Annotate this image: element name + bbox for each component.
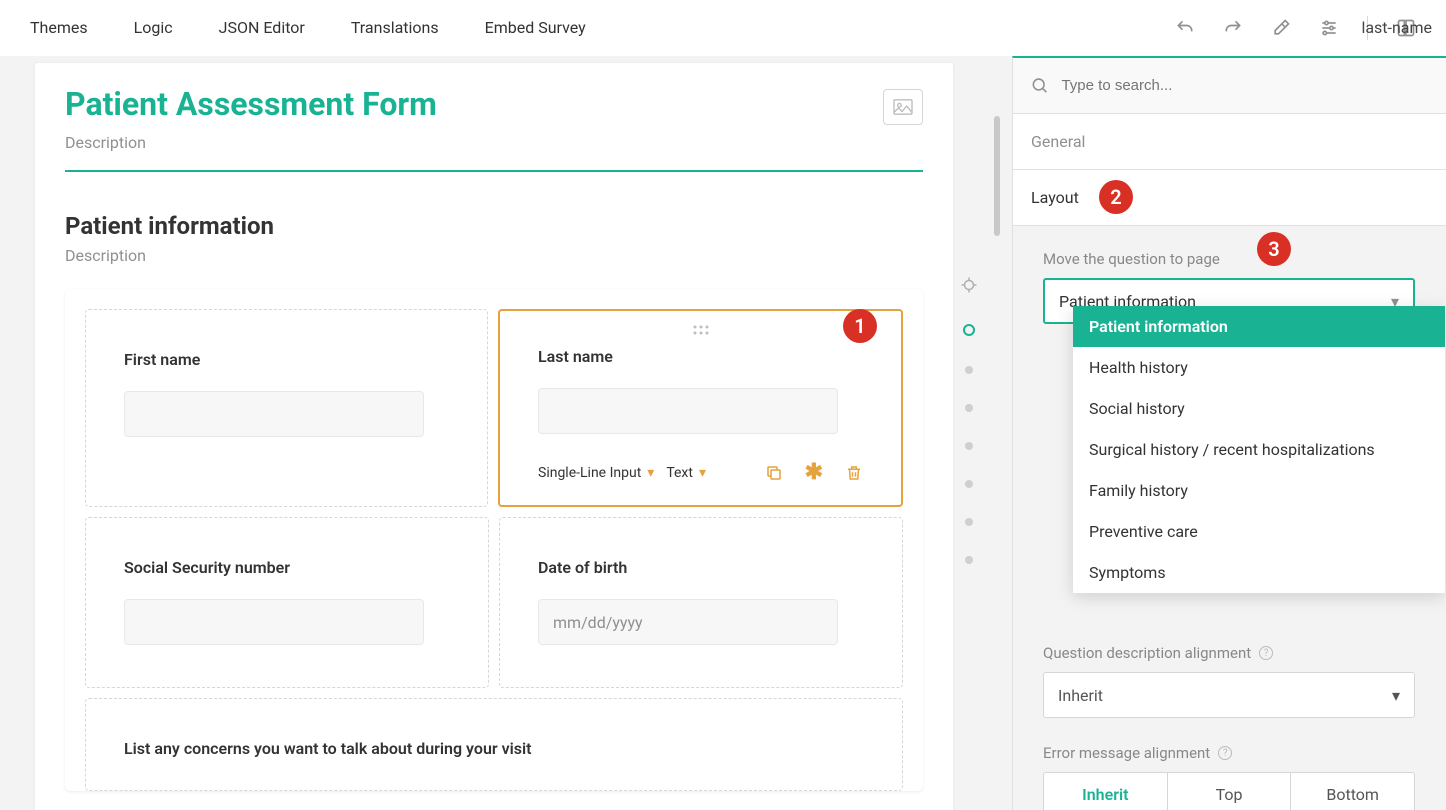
- question-type-dropdown[interactable]: Single-Line Input ▾: [538, 465, 654, 481]
- help-icon[interactable]: ?: [1259, 646, 1273, 660]
- page-dot[interactable]: [965, 404, 973, 412]
- err-align-top[interactable]: Top: [1167, 773, 1291, 810]
- question-label: Social Security number: [124, 558, 450, 577]
- selected-element-name: last-name: [1361, 18, 1432, 37]
- tab-themes[interactable]: Themes: [30, 18, 88, 37]
- question-dob[interactable]: Date of birth mm/dd/yyyy: [499, 517, 903, 688]
- last-name-input[interactable]: [538, 388, 838, 434]
- chevron-down-icon: ▾: [647, 465, 654, 481]
- question-label: Date of birth: [538, 558, 864, 577]
- question-label: First name: [124, 350, 449, 369]
- tab-general[interactable]: General: [1013, 114, 1446, 170]
- tab-json-editor[interactable]: JSON Editor: [219, 18, 305, 37]
- page-dot[interactable]: [965, 442, 973, 450]
- survey-title[interactable]: Patient Assessment Form: [65, 85, 437, 123]
- desc-align-select[interactable]: Inherit ▾: [1043, 672, 1415, 718]
- dropdown-option[interactable]: Patient information: [1073, 306, 1445, 347]
- settings-icon[interactable]: [1319, 18, 1339, 38]
- question-label: Last name: [538, 347, 863, 366]
- tab-embed-survey[interactable]: Embed Survey: [485, 18, 586, 37]
- crosshair-icon[interactable]: [960, 276, 978, 294]
- ssn-input[interactable]: [124, 599, 424, 645]
- page-dot[interactable]: [965, 556, 973, 564]
- caret-down-icon: ▾: [1392, 686, 1400, 705]
- logo-placeholder[interactable]: [883, 89, 923, 125]
- page-dot[interactable]: [965, 480, 973, 488]
- question-ssn[interactable]: Social Security number: [85, 517, 489, 688]
- dropdown-option[interactable]: Preventive care: [1073, 511, 1445, 552]
- search-input[interactable]: [1061, 77, 1428, 94]
- annotation-badge-2: 2: [1099, 180, 1133, 214]
- first-name-input[interactable]: [124, 391, 424, 437]
- property-search[interactable]: [1013, 58, 1446, 114]
- tab-translations[interactable]: Translations: [351, 18, 439, 37]
- annotation-badge-3: 3: [1257, 232, 1291, 266]
- annotation-badge-1: 1: [843, 309, 877, 343]
- duplicate-icon[interactable]: [765, 464, 783, 482]
- page-dot[interactable]: [965, 366, 973, 374]
- dob-input[interactable]: mm/dd/yyyy: [538, 599, 838, 645]
- question-label: List any concerns you want to talk about…: [124, 739, 864, 758]
- drag-handle-icon[interactable]: [538, 325, 863, 335]
- search-icon: [1031, 76, 1049, 96]
- question-concerns[interactable]: List any concerns you want to talk about…: [85, 698, 903, 791]
- scrollbar[interactable]: [994, 116, 1000, 236]
- page-dot-current[interactable]: [963, 324, 975, 336]
- page-description[interactable]: Description: [65, 246, 923, 265]
- tab-logic[interactable]: Logic: [134, 18, 173, 37]
- header-divider: [65, 170, 923, 172]
- redo-icon[interactable]: [1223, 18, 1243, 38]
- err-align-label: Error message alignment ?: [1043, 744, 1428, 762]
- err-align-inherit[interactable]: Inherit: [1044, 773, 1167, 810]
- chevron-down-icon: ▾: [699, 465, 706, 481]
- dropdown-option[interactable]: Social history: [1073, 388, 1445, 429]
- tab-layout[interactable]: Layout 2: [1013, 170, 1446, 226]
- move-to-page-dropdown: Patient information Health history Socia…: [1073, 306, 1445, 593]
- required-icon[interactable]: ✱: [805, 460, 823, 485]
- dropdown-option[interactable]: Symptoms: [1073, 552, 1445, 593]
- err-align-group: Inherit Top Bottom: [1043, 772, 1415, 810]
- input-type-dropdown[interactable]: Text ▾: [666, 465, 706, 481]
- page-title[interactable]: Patient information: [65, 212, 923, 240]
- page-navigator: [960, 276, 978, 564]
- err-align-bottom[interactable]: Bottom: [1290, 773, 1414, 810]
- question-last-name[interactable]: Last name Single-Line Input ▾ Text ▾: [498, 309, 903, 507]
- desc-align-label: Question description alignment ?: [1043, 644, 1428, 662]
- help-icon[interactable]: ?: [1218, 746, 1232, 760]
- dropdown-option[interactable]: Family history: [1073, 470, 1445, 511]
- dropdown-option[interactable]: Health history: [1073, 347, 1445, 388]
- survey-description[interactable]: Description: [65, 133, 437, 152]
- undo-icon[interactable]: [1175, 18, 1195, 38]
- move-to-page-label: Move the question to page: [1043, 250, 1428, 268]
- dropdown-option[interactable]: Surgical history / recent hospitalizatio…: [1073, 429, 1445, 470]
- question-first-name[interactable]: First name: [85, 309, 488, 507]
- eraser-icon[interactable]: [1271, 18, 1291, 38]
- delete-icon[interactable]: [845, 464, 863, 482]
- page-dot[interactable]: [965, 518, 973, 526]
